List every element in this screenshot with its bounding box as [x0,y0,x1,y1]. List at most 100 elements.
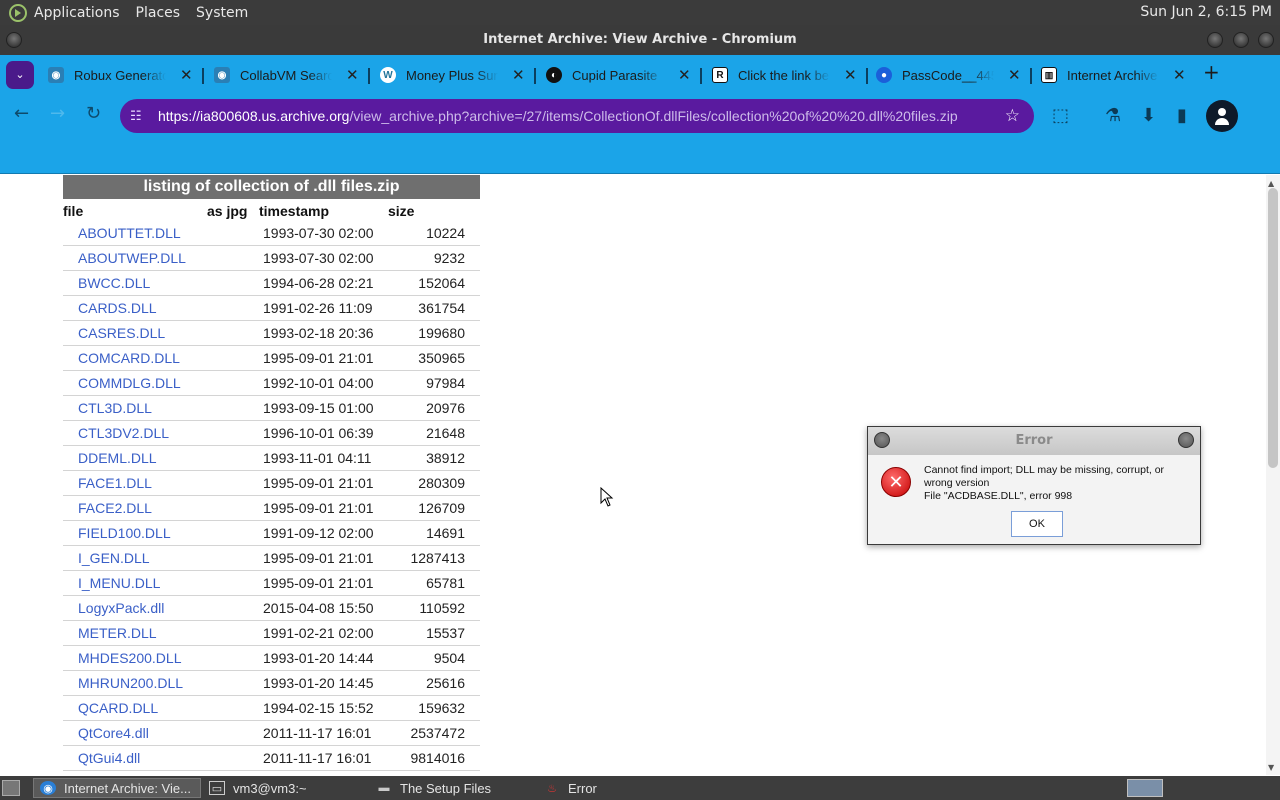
file-link[interactable]: QCARD.DLL [78,700,158,716]
distro-logo-icon[interactable] [8,3,28,23]
tab-search-button[interactable]: ⌄ [6,61,34,89]
back-arrow-icon[interactable]: ← [14,103,29,124]
file-timestamp: 1995-09-01 21:01 [263,475,374,491]
taskbar-item-label: Internet Archive: Vie... [64,780,191,796]
close-tab-icon[interactable]: ✕ [346,66,359,84]
system-menu[interactable]: System [196,5,258,21]
dialog-close-button[interactable] [1178,432,1194,448]
file-link[interactable]: QtCore4.dll [78,725,149,741]
close-window-button[interactable] [1258,32,1274,48]
panel-clock[interactable]: Sun Jun 2, 6:15 PM [1140,4,1272,20]
file-link[interactable]: I_MENU.DLL [78,575,160,591]
close-tab-icon[interactable]: ✕ [512,66,525,84]
tab-passcode[interactable]: ● PassCode__4455 ✕ [876,61,1021,89]
column-size: size [388,203,415,219]
minimize-button[interactable] [1207,32,1223,48]
dialog-menu-button[interactable] [874,432,890,448]
tab-money-plus[interactable]: W Money Plus Sunset ✕ [380,61,525,89]
scroll-up-arrow-icon[interactable]: ▲ [1268,179,1274,188]
file-link[interactable]: BWCC.DLL [78,275,150,291]
tab-collabvm[interactable]: ◉ CollabVM Search ✕ [214,61,359,89]
scrollbar-thumb[interactable] [1268,188,1278,468]
workspace-switcher[interactable] [1127,779,1163,797]
file-link[interactable]: METER.DLL [78,625,157,641]
bookmark-star-icon[interactable]: ☆ [1005,106,1020,126]
file-link[interactable]: CTL3DV2.DLL [78,425,169,441]
close-tab-icon[interactable]: ✕ [678,66,691,84]
tab-internet-archive[interactable]: ▥ Internet Archive ✕ [1041,61,1186,89]
file-link[interactable]: I_GEN.DLL [78,550,150,566]
taskbar-item-chromium[interactable]: ◉ Internet Archive: Vie... [33,778,201,798]
profile-avatar-icon[interactable] [1206,100,1238,132]
places-menu[interactable]: Places [136,5,191,21]
file-size: 9814016 [410,750,465,766]
file-link[interactable]: CTL3D.DLL [78,400,152,416]
tab-title: PassCode__4455 [902,67,994,83]
close-tab-icon[interactable]: ✕ [1008,66,1021,84]
close-tab-icon[interactable]: ✕ [844,66,857,84]
new-tab-button[interactable]: + [1203,60,1220,84]
file-link[interactable]: LogyxPack.dll [78,600,164,616]
labs-flask-icon[interactable]: ⚗ [1105,105,1121,126]
file-link[interactable]: CASRES.DLL [78,325,165,341]
tab-cupid-parasite[interactable]: ◐ Cupid Parasite ✕ [546,61,691,89]
extensions-icon[interactable]: ⬚ [1052,105,1069,126]
file-timestamp: 1995-09-01 21:01 [263,575,374,591]
r-icon: R [712,67,728,83]
file-size: 199680 [418,325,465,341]
file-link[interactable]: QtGui4.dll [78,750,140,766]
tab-separator [1030,68,1032,84]
file-link[interactable]: MHDES200.DLL [78,650,182,666]
file-size: 2537472 [410,725,465,741]
file-link[interactable]: FACE1.DLL [78,475,152,491]
address-bar[interactable]: ☷ https://ia800608.us.archive.org/view_a… [120,99,1034,133]
file-timestamp: 1991-09-12 02:00 [263,525,374,541]
maximize-button[interactable] [1233,32,1249,48]
reload-icon[interactable]: ↻ [86,103,101,124]
file-link[interactable]: FIELD100.DLL [78,525,171,541]
site-info-icon[interactable]: ☷ [130,109,148,124]
table-row: BWCC.DLL 1994-06-28 02:21 152064 [63,271,480,296]
archive-listing: listing of collection of .dll files.zip … [63,175,480,775]
taskbar-item-label: The Setup Files [400,780,492,796]
close-tab-icon[interactable]: ✕ [180,66,193,84]
show-desktop-icon[interactable] [2,780,20,796]
file-timestamp: 1993-09-15 01:00 [263,400,374,416]
dialog-titlebar[interactable]: Error [868,427,1200,455]
tab-separator [368,68,370,84]
wordpress-icon: W [380,67,396,83]
file-link[interactable]: DDEML.DLL [78,450,157,466]
tab-title: Robux Generator [74,67,166,83]
tab-strip: ⌄ ◉ Robux Generator ✕ ◉ CollabVM Search … [0,55,1280,93]
window-menu-button[interactable] [6,32,22,48]
file-size: 126709 [418,500,465,516]
file-link[interactable]: COMMDLG.DLL [78,375,181,391]
file-link[interactable]: FACE2.DLL [78,500,152,516]
side-panel-icon[interactable]: ▮ [1177,105,1187,126]
download-icon[interactable]: ⬇ [1141,105,1156,126]
collabvm-icon: ◉ [214,67,230,83]
window-titlebar[interactable]: Internet Archive: View Archive - Chromiu… [0,25,1280,55]
table-row: CASRES.DLL 1993-02-18 20:36 199680 [63,321,480,346]
file-link[interactable]: ABOUTTET.DLL [78,225,181,241]
ok-button[interactable]: OK [1011,511,1063,537]
file-link[interactable]: COMCARD.DLL [78,350,180,366]
tab-click-link[interactable]: R Click the link below ✕ [712,61,857,89]
table-row: CTL3DV2.DLL 1996-10-01 06:39 21648 [63,421,480,446]
file-link[interactable]: CARDS.DLL [78,300,157,316]
tab-robux[interactable]: ◉ Robux Generator ✕ [48,61,193,89]
error-message-line: File "ACDBASE.DLL", error 998 [924,490,1073,502]
address-url[interactable]: https://ia800608.us.archive.org/view_arc… [158,108,958,124]
close-tab-icon[interactable]: ✕ [1173,66,1186,84]
file-link[interactable]: ABOUTWEP.DLL [78,250,186,266]
column-timestamp: timestamp [259,203,330,219]
applications-menu[interactable]: Applications [34,5,130,21]
file-timestamp: 1994-06-28 02:21 [263,275,374,291]
scroll-down-arrow-icon[interactable]: ▼ [1268,763,1274,772]
taskbar-item-error[interactable]: ♨ Error [538,778,703,798]
taskbar-item-files[interactable]: ▬ The Setup Files [370,778,535,798]
table-row: LogyxPack.dll 2015-04-08 15:50 110592 [63,596,480,621]
file-link[interactable]: MHRUN200.DLL [78,675,183,691]
forward-arrow-icon[interactable]: → [50,103,65,124]
taskbar-item-terminal[interactable]: ▭ vm3@vm3:~ [203,778,368,798]
